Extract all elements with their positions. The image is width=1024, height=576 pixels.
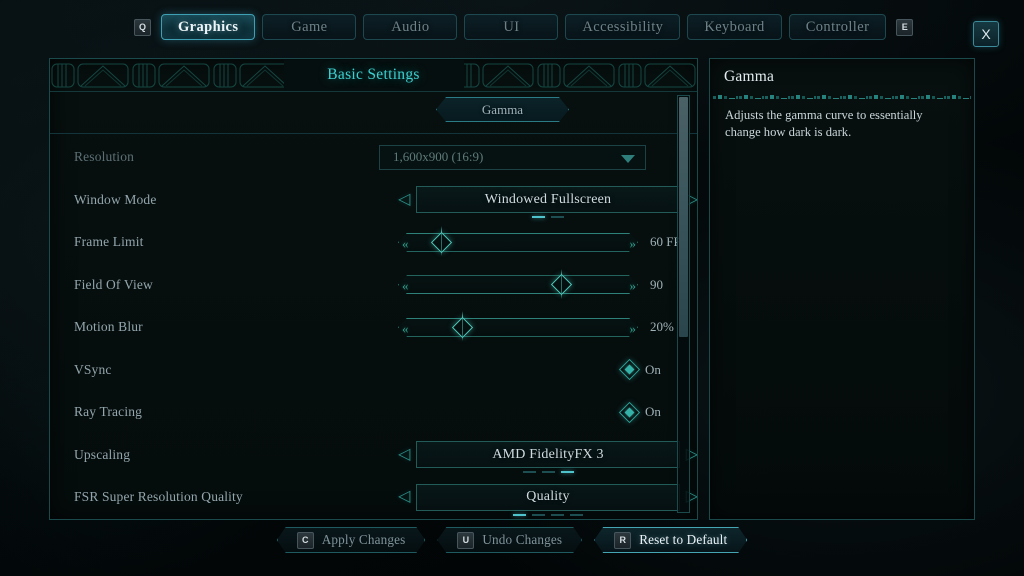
slider-increase-icon[interactable]: »: [630, 321, 635, 336]
selector-dot: [551, 216, 564, 219]
slider[interactable]: «» 90: [398, 268, 663, 299]
slider[interactable]: «» 60 FPS: [398, 226, 688, 257]
tab-ui[interactable]: UI: [464, 14, 559, 40]
slider-increase-icon[interactable]: »: [630, 278, 635, 293]
setting-label: Resolution: [74, 149, 135, 165]
prev-tab-key-hint[interactable]: Q: [134, 18, 151, 36]
selector-dot: [551, 513, 564, 516]
arrow-left-icon[interactable]: ◁: [398, 489, 410, 505]
slider-decrease-icon[interactable]: «: [402, 278, 407, 293]
key-hint: R: [614, 532, 631, 549]
slider-value: 90: [650, 276, 663, 292]
tab-graphics[interactable]: Graphics: [161, 14, 256, 40]
tab-accessibility[interactable]: Accessibility: [565, 14, 681, 40]
chevron-down-icon: [621, 154, 635, 163]
info-panel-divider: [713, 90, 971, 99]
setting-row: Frame Limit «» 60 FPS: [50, 221, 697, 264]
subtab-gamma[interactable]: Gamma: [436, 97, 569, 122]
dropdown-value: 1,600x900 (16:9): [393, 149, 484, 165]
action-apply-changes[interactable]: C Apply Changes: [277, 527, 426, 553]
selector-value: AMD FidelityFX 3: [492, 446, 604, 462]
checkbox-diamond-icon[interactable]: [618, 401, 641, 423]
slider-decrease-icon[interactable]: «: [402, 236, 407, 251]
selector-value: Windowed Fullscreen: [484, 191, 612, 207]
settings-panel-header: Basic Settings: [50, 59, 697, 92]
settings-panel: Basic Settings Gamma Resolution 1,600x900…: [49, 58, 698, 520]
tab-keyboard[interactable]: Keyboard: [687, 14, 782, 40]
setting-label: FSR Super Resolution Quality: [74, 489, 243, 505]
setting-label: Window Mode: [74, 191, 157, 207]
selector-page-dots: [417, 216, 678, 219]
slider-track[interactable]: «»: [398, 275, 638, 294]
toggle-control[interactable]: On: [618, 401, 661, 423]
subtab-row: Gamma: [50, 92, 697, 134]
selector-dot: [532, 216, 545, 219]
selector-page-dots: [417, 513, 678, 516]
arrow-left-icon[interactable]: ◁: [398, 446, 410, 463]
tab-game[interactable]: Game: [262, 14, 357, 40]
checkbox-diamond-icon[interactable]: [618, 359, 641, 381]
selector-page-dots: [417, 471, 678, 474]
selector-value-box[interactable]: Windowed Fullscreen: [416, 186, 680, 219]
option-selector: ◁ Windowed Fullscreen ▷: [398, 186, 697, 219]
toggle-value: On: [645, 404, 661, 420]
setting-row: Upscaling ◁ AMD FidelityFX 3 ▷: [50, 434, 697, 477]
info-panel-description: Adjusts the gamma curve to essentially c…: [725, 108, 923, 140]
slider-decrease-icon[interactable]: «: [402, 321, 407, 336]
setting-row: Resolution 1,600x900 (16:9): [50, 136, 697, 179]
checkbox-fill: [623, 406, 636, 418]
setting-row: Ray Tracing On: [50, 391, 697, 434]
selector-dot: [522, 471, 536, 474]
action-label: Apply Changes: [321, 532, 406, 547]
setting-label: Ray Tracing: [74, 404, 143, 420]
slider[interactable]: «» 20%: [398, 311, 674, 342]
selector-value: Quality: [526, 489, 570, 505]
selector-dot: [570, 513, 583, 516]
setting-row: Field Of View «» 90: [50, 264, 697, 307]
tab-audio[interactable]: Audio: [363, 14, 458, 40]
scrollbar-track[interactable]: [677, 95, 690, 513]
action-label: Undo Changes: [482, 532, 563, 547]
setting-label: Motion Blur: [74, 319, 143, 335]
settings-tab-bar: Q Graphics Game Audio UI Accessibility Keyboa…: [0, 0, 1024, 54]
action-reset-to-default[interactable]: R Reset to Default: [594, 527, 747, 553]
option-selector: ◁ Quality ▷: [398, 483, 697, 516]
selector-dot: [560, 471, 574, 474]
arrow-left-icon[interactable]: ◁: [398, 191, 410, 208]
slider-track[interactable]: «»: [398, 318, 638, 337]
setting-label: Upscaling: [74, 446, 131, 462]
info-panel-title: Gamma: [724, 68, 775, 85]
selector-dot: [541, 471, 555, 474]
setting-row: Motion Blur «» 20%: [50, 306, 697, 349]
key-hint: C: [297, 532, 314, 549]
action-undo-changes[interactable]: U Undo Changes: [437, 527, 582, 553]
checkbox-fill: [623, 364, 636, 376]
setting-row: Window Mode ◁ Windowed Fullscreen ▷: [50, 179, 697, 222]
key-hint: U: [457, 532, 474, 549]
settings-rows: Resolution 1,600x900 (16:9) Window Mode ◁ Wi…: [50, 134, 697, 519]
selector-dot: [532, 513, 545, 516]
info-panel: Gamma Adjusts the gamma curve to essenti…: [709, 58, 975, 520]
selector-value-box[interactable]: AMD FidelityFX 3: [416, 441, 680, 474]
toggle-control[interactable]: On: [618, 359, 661, 381]
slider-increase-icon[interactable]: »: [630, 236, 635, 251]
setting-row: VSync On: [50, 349, 697, 392]
selector-dot: [513, 513, 526, 516]
action-bar: C Apply Changes U Undo Changes R Reset to Def…: [0, 524, 1024, 556]
action-label: Reset to Default: [639, 532, 728, 547]
close-button[interactable]: X: [973, 21, 999, 47]
setting-label: Frame Limit: [74, 234, 144, 250]
tab-controller[interactable]: Controller: [788, 14, 887, 40]
setting-label: VSync: [74, 361, 112, 377]
setting-row: FSR Super Resolution Quality ◁ Quality ▷: [50, 476, 697, 519]
scrollbar-thumb[interactable]: [679, 97, 688, 337]
resolution-dropdown[interactable]: 1,600x900 (16:9): [379, 144, 646, 170]
selector-value-box[interactable]: Quality: [416, 483, 680, 516]
toggle-value: On: [645, 361, 661, 377]
page-title: Basic Settings: [327, 66, 420, 83]
next-tab-key-hint[interactable]: E: [896, 18, 914, 36]
setting-label: Field Of View: [74, 276, 153, 292]
slider-value: 20%: [650, 319, 674, 335]
option-selector: ◁ AMD FidelityFX 3 ▷: [398, 441, 697, 474]
